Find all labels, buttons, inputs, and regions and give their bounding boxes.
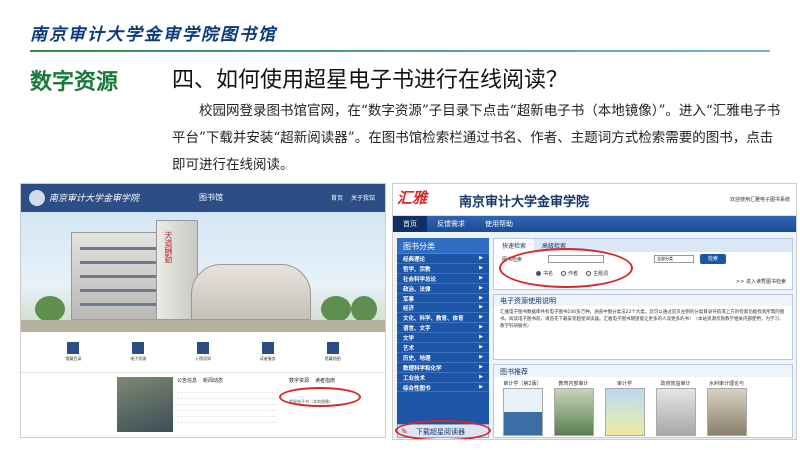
book-cover [553,388,594,436]
body-text: 校园网登录图书馆官网，在“数字资源”子目录下点击“超新电子书（本地镜像）”。进入… [172,98,782,179]
category-item[interactable]: 工业技术 ▶ [397,373,489,383]
category-title: 图书分类 [397,238,489,254]
nav-help[interactable]: 使用帮助 [475,216,523,232]
category-select[interactable]: 全部分类 [654,255,694,263]
arrow-right-icon: ▶ [479,264,483,271]
slide-header: 南京审计大学金审学院图书馆 [0,0,800,58]
huiya-platform-screenshot: 汇雅 南京审计大学金审学院 欢迎使用汇雅电子图书系统 首页 反馈需求 使用帮助 … [392,183,797,440]
arrow-right-icon: ▶ [479,383,483,390]
book-card[interactable]: 政府效益审计 [653,380,698,436]
book-list: 审计学（第2版） 教育内部审计 审计学 政府效益审计 水利审计理论与 [494,377,792,439]
book-card[interactable]: 审计学（第2版） [500,380,545,436]
arrow-right-icon: ▶ [479,373,483,380]
quick-link-service[interactable]: 读者服务 [260,342,276,362]
arrow-right-icon: ▶ [479,284,483,291]
category-item[interactable]: 军事 ▶ [397,294,489,304]
notice-list: 公告信息 新闻动态 [177,377,277,423]
category-item[interactable]: 文化、科学、教育、体育 ▶ [397,313,489,324]
tab-reader-guide[interactable]: 读者指南 [315,377,335,384]
category-item[interactable]: 经济 ▶ [397,303,489,314]
arrow-right-icon: ▶ [479,274,483,281]
library-header: 南京审计大学金审学院 图书馆 首页 关于我馆 [21,184,385,212]
category-item[interactable]: 经典理论 ▶ [397,254,489,264]
category-item[interactable]: 数理科学和化学 ▶ [397,363,489,373]
arrow-right-icon: ▶ [479,304,483,311]
arrow-right-icon: ▶ [479,334,483,341]
highlight-ellipse-download [395,420,491,439]
category-item[interactable]: 文学 ▶ [397,333,489,344]
document-icon [261,342,274,354]
category-item[interactable]: 综合性图书 ▶ [397,383,489,393]
tab-digital-resources[interactable]: 数字资源 [289,377,309,384]
duxiu-link[interactable]: >> 进入读秀图书检索 [736,278,786,285]
search-button[interactable]: 检索 [700,254,726,264]
book-card[interactable]: 教育内部审计 [551,380,596,436]
welcome-text: 欢迎使用汇雅电子图书系统 [729,197,790,203]
book-icon [132,342,145,354]
usage-info-panel: 电子资源使用说明 汇雅电子图书数据库共有电子图书100多万种，涵盖中图分类法22… [493,294,793,360]
library-homepage-screenshot: 南京审计大学金审学院 图书馆 首页 关于我馆 天道酬勤 馆藏目录 电子资源 入馆… [20,183,386,438]
arrow-right-icon: ▶ [479,255,483,261]
slide-title: 四、如何使用超星电子书进行在线阅读？ [172,68,569,93]
category-item[interactable]: 哲学、宗教 ▶ [397,264,489,274]
usage-info-title: 电子资源使用说明 [494,295,792,306]
arrow-right-icon: ▶ [479,314,483,321]
quick-link-notice[interactable]: 入馆须知 [195,342,211,362]
book-card[interactable]: 水利审计理论与 [704,380,749,436]
tower-inscription: 天道酬勤 [164,231,173,263]
library-label: 图书馆 [199,193,223,202]
category-item[interactable]: 政治、法律 ▶ [397,284,489,294]
book-cover [604,388,645,436]
book-cover [655,388,696,436]
book-card[interactable]: 审计学 [602,380,647,436]
category-item[interactable]: 社会科学总论 ▶ [397,274,489,284]
arrow-right-icon: ▶ [479,363,483,370]
nav-about[interactable]: 关于我馆 [351,193,375,202]
campus-photo: 天道酬勤 [21,212,385,332]
category-item[interactable]: 历史、地理 ▶ [397,353,489,363]
tab-news[interactable]: 新闻动态 [203,377,223,384]
person-icon [196,342,209,354]
quick-link-catalog[interactable]: 馆藏目录 [65,342,81,362]
body-paragraph: 校园网登录图书馆官网，在“数字资源”子目录下点击“超新电子书（本地镜像）”。进入… [172,103,781,173]
brand-title: 南京审计大学金审学院图书馆 [30,25,277,45]
university-name: 南京审计大学金审学院 [49,194,140,204]
arrow-right-icon: ▶ [479,353,483,360]
university-logo-icon [29,190,45,206]
arrow-right-icon: ▶ [479,294,483,301]
library-news-area: 公告信息 新闻动态 数字资源 读者指南 超星电子书（本地镜像） [21,372,385,437]
nav-home[interactable]: 首页 [393,216,427,232]
recommend-title: 图书推荐 [494,365,792,377]
usage-info-text: 汇雅电子图书数据库共有电子图书100多万种，涵盖中图分类法22个大类。您可以通过… [500,310,785,329]
category-item[interactable]: 语言、文字 ▶ [397,323,489,334]
tab-quick-search[interactable]: 快速检索 [494,239,535,252]
nav-home[interactable]: 首页 [331,193,343,202]
arrow-right-icon: ▶ [479,344,483,351]
header-divider [30,50,770,52]
quick-link-map[interactable]: 馆藏地图 [325,342,341,362]
category-item[interactable]: 艺术 ▶ [397,343,489,353]
recommend-panel: 图书推荐 审计学（第2版） 教育内部审计 审计学 政府效益审计 水利审计理论与 [493,364,793,438]
map-icon [326,342,339,354]
news-thumbnail[interactable] [117,377,173,432]
library-building-image [191,264,311,320]
section-tag: 数字资源 [30,70,119,95]
book-cover [502,388,543,436]
category-sidebar: 图书分类 经典理论 ▶ 哲学、宗教 ▶ 社会科学总论 ▶ 政治、法律 ▶ 军事 ▶ 经济 ▶… [397,238,489,435]
tab-notice[interactable]: 公告信息 [177,377,197,384]
building-icon [67,342,80,354]
platform-header: 汇雅 南京审计大学金审学院 欢迎使用汇雅电子图书系统 [393,184,796,216]
highlight-ellipse-search [499,248,633,288]
platform-site-title: 南京审计大学金审学院 [459,195,590,210]
huiya-logo: 汇雅 [397,189,428,207]
library-nav: 首页 关于我馆 [331,193,375,202]
quick-links: 馆藏目录 电子资源 入馆须知 读者服务 馆藏地图 [21,332,385,372]
nav-feedback[interactable]: 反馈需求 [427,216,475,232]
platform-nav: 首页 反馈需求 使用帮助 [393,216,796,232]
arrow-right-icon: ▶ [479,324,483,331]
book-cover [706,388,747,436]
quick-link-eresources[interactable]: 电子资源 [130,342,146,362]
highlight-ellipse [279,387,361,407]
